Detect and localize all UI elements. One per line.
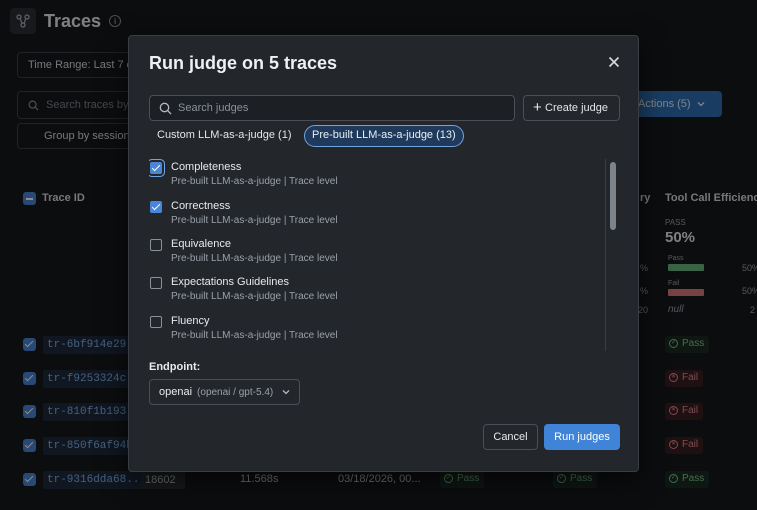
judge-item[interactable]: Completeness Pre-built LLM-as-a-judge | … (149, 159, 604, 197)
judge-list: Completeness Pre-built LLM-as-a-judge | … (149, 159, 620, 351)
search-judges-input[interactable]: Search judges (149, 95, 515, 121)
judge-list-scrollbar[interactable] (605, 159, 619, 351)
endpoint-select[interactable]: openai (openai / gpt-5.4) (149, 379, 300, 405)
cancel-button[interactable]: Cancel (483, 424, 538, 450)
scrollbar-thumb[interactable] (610, 162, 616, 230)
judge-checkbox[interactable] (150, 201, 162, 213)
judge-checkbox[interactable] (150, 239, 162, 251)
judge-checkbox[interactable] (150, 277, 162, 289)
close-button[interactable] (605, 53, 623, 71)
search-judges-placeholder: Search judges (178, 102, 249, 114)
chevron-down-icon (282, 390, 290, 395)
endpoint-name: openai (159, 386, 193, 398)
judge-name: Fluency (171, 315, 210, 327)
judge-name: Expectations Guidelines (171, 276, 290, 288)
create-judge-label: Create judge (545, 102, 608, 114)
judge-checkbox[interactable] (150, 316, 162, 328)
judge-item[interactable]: Fluency Pre-built LLM-as-a-judge | Trace… (149, 313, 604, 351)
create-judge-button[interactable]: + Create judge (523, 95, 620, 121)
judge-description: Pre-built LLM-as-a-judge | Trace level (171, 330, 338, 341)
judge-name: Correctness (171, 200, 231, 212)
tab-prebuilt-judges[interactable]: Pre-built LLM-as-a-judge (13) (304, 125, 464, 147)
plus-icon: + (533, 99, 542, 116)
judge-description: Pre-built LLM-as-a-judge | Trace level (171, 176, 338, 187)
judge-description: Pre-built LLM-as-a-judge | Trace level (171, 253, 338, 264)
run-judges-button[interactable]: Run judges (544, 424, 620, 450)
judge-name: Equivalence (171, 238, 231, 250)
judge-item[interactable]: Equivalence Pre-built LLM-as-a-judge | T… (149, 236, 604, 274)
judge-description: Pre-built LLM-as-a-judge | Trace level (171, 291, 338, 302)
judge-checkbox[interactable] (150, 162, 162, 174)
tab-custom-judges[interactable]: Custom LLM-as-a-judge (1) (149, 125, 300, 147)
search-icon (159, 102, 172, 115)
run-judge-dialog: Run judge on 5 traces Search judges + Cr… (128, 35, 639, 472)
endpoint-label: Endpoint: (149, 361, 201, 373)
dialog-title: Run judge on 5 traces (149, 53, 338, 73)
judge-item[interactable]: Expectations Guidelines Pre-built LLM-as… (149, 274, 604, 312)
endpoint-model: (openai / gpt-5.4) (197, 387, 274, 398)
close-icon (608, 56, 620, 68)
judge-description: Pre-built LLM-as-a-judge | Trace level (171, 215, 338, 226)
judge-item[interactable]: Correctness Pre-built LLM-as-a-judge | T… (149, 198, 604, 236)
judge-name: Completeness (171, 161, 242, 173)
